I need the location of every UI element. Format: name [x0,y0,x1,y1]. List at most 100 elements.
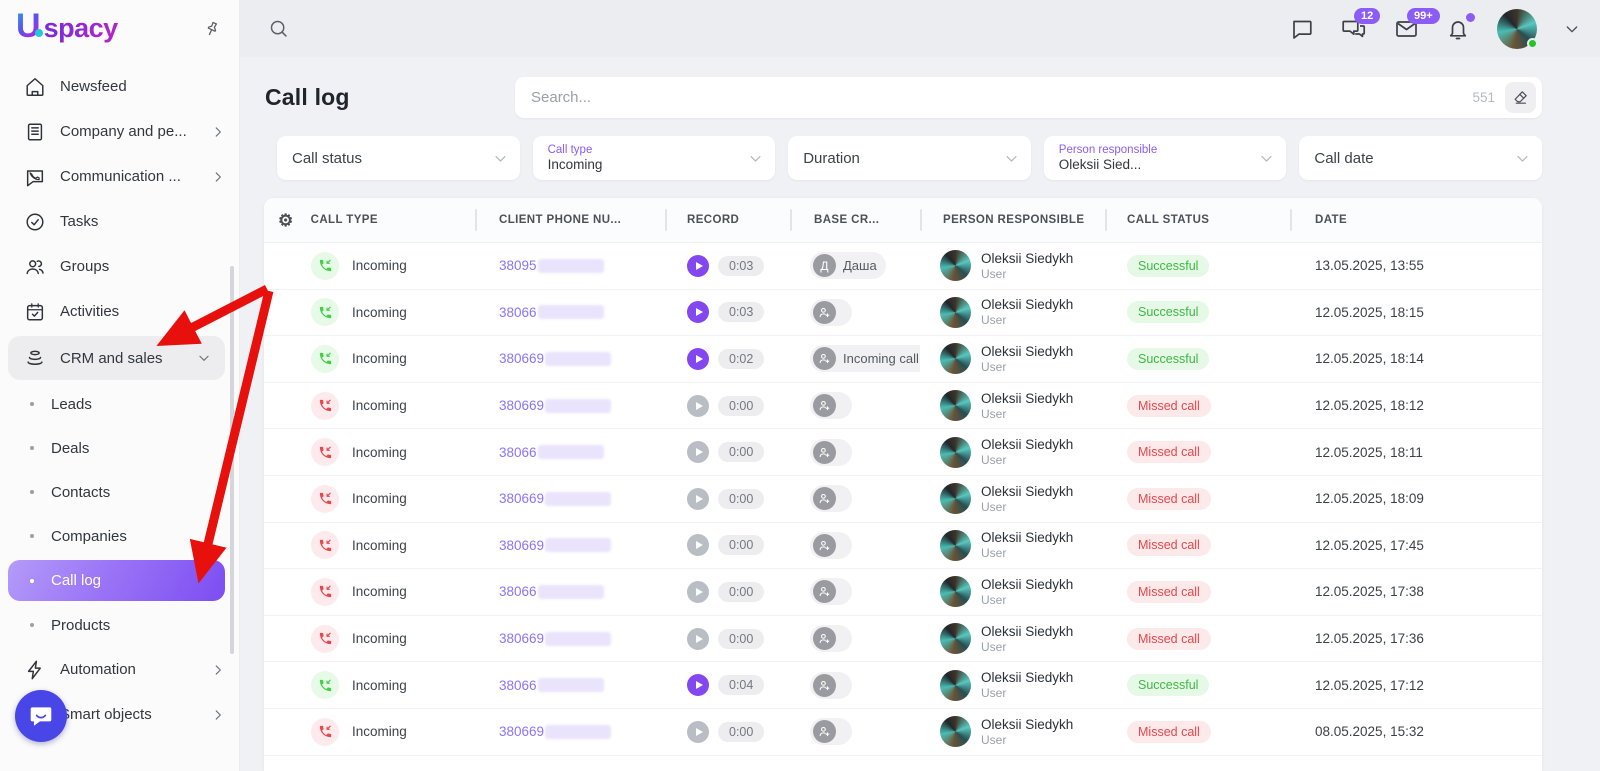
client-phone-link[interactable]: 38066 [499,584,537,599]
column-header-date[interactable]: DATE [1290,198,1542,242]
column-header-client-phone[interactable]: CLIENT PHONE NU... [475,198,665,242]
client-phone-link[interactable]: 38095 [499,258,537,273]
incoming-call-icon [311,345,339,373]
play-record-button[interactable] [687,534,709,556]
table-row[interactable]: Incoming 380669 0:00 Oleksii Siedykh Use… [264,709,1542,756]
sidebar-scrollbar[interactable] [230,266,234,654]
client-phone-link[interactable]: 380669 [499,724,544,739]
sidebar-item-contacts[interactable]: Contacts [0,470,239,514]
table-row[interactable]: Incoming 380669 0:00 Oleksii Siedykh Use… [264,523,1542,570]
filter-value: Oleksii Sied... [1059,157,1260,173]
sidebar-item-products[interactable]: Products [0,603,239,647]
status-badge: Missed call [1127,395,1211,417]
client-phone-link[interactable]: 38066 [499,445,537,460]
sidebar-item-newsfeed[interactable]: Newsfeed [0,64,239,109]
play-record-button[interactable] [687,488,709,510]
bullet-icon [30,446,34,450]
incoming-call-icon [311,392,339,420]
base-created-chip[interactable] [810,439,852,466]
notifications-bell-icon[interactable] [1446,17,1470,41]
chip-avatar [813,674,836,697]
base-created-chip[interactable] [810,625,852,652]
play-record-button[interactable] [687,674,709,696]
filter-person-responsible[interactable]: Person responsibleOleksii Sied... [1044,136,1287,180]
crm-layers-icon [24,347,46,369]
base-created-chip[interactable] [810,299,852,326]
table-row[interactable]: Incoming 38066 0:00 Oleksii Siedykh User [264,569,1542,616]
client-phone-link[interactable]: 380669 [499,398,544,413]
phone-redaction [538,445,604,459]
sidebar-item-groups[interactable]: Groups [0,244,239,289]
table-row[interactable]: Incoming 38095 0:03 Д Даша Oleksii Siedy… [264,243,1542,290]
filter-duration[interactable]: Duration [788,136,1031,180]
base-created-chip[interactable] [810,392,852,419]
sidebar-item-communication[interactable]: Communication ... [0,154,239,199]
uspacy-logo[interactable]: Uspacy [16,7,118,51]
client-phone-link[interactable]: 38066 [499,678,537,693]
page-title: Call log [265,84,350,111]
sidebar-item-tasks[interactable]: Tasks [0,199,239,244]
play-record-button[interactable] [687,581,709,603]
play-record-button[interactable] [687,628,709,650]
sidebar-item-call-log[interactable]: Call log [8,560,225,601]
table-row[interactable]: Incoming 38066 0:03 Oleksii Siedykh User [264,290,1542,337]
base-created-chip[interactable] [810,578,852,605]
sidebar-item-crm-and-sales[interactable]: CRM and sales [8,336,225,380]
play-record-button[interactable] [687,395,709,417]
column-header-record[interactable]: RECORD [665,198,790,242]
mail-icon[interactable]: 99+ [1394,17,1419,41]
table-row[interactable]: Incoming 38066 0:04 Oleksii Siedykh User [264,662,1542,709]
client-phone-link[interactable]: 380669 [499,491,544,506]
base-created-chip[interactable]: Incoming call 3 [810,345,920,372]
base-created-chip[interactable] [810,485,852,512]
play-record-button[interactable] [687,301,709,323]
filter-call-type[interactable]: Call typeIncoming [533,136,776,180]
column-header-call-status[interactable]: CALL STATUS [1105,198,1290,242]
sidebar-item-company[interactable]: Company and pe... [0,109,239,154]
base-created-chip[interactable] [810,672,852,699]
table-row[interactable]: Incoming 380669 0:00 Oleksii Siedykh Use… [264,616,1542,663]
table-row[interactable]: Incoming 380669 0:00 Oleksii Siedykh Use… [264,476,1542,523]
play-record-button[interactable] [687,721,709,743]
avatar [940,576,971,607]
play-record-button[interactable] [687,255,709,277]
column-header-base[interactable]: BASE CR... [790,198,920,242]
avatar [940,297,971,328]
person-name: Oleksii Siedykh [981,624,1073,639]
call-type-value: Incoming [352,398,407,413]
sidebar-subitem-label: Deals [51,440,89,457]
client-phone-link[interactable]: 38066 [499,305,537,320]
play-record-button[interactable] [687,441,709,463]
sidebar-item-companies[interactable]: Companies [0,514,239,558]
sidebar-item-leads[interactable]: Leads [0,382,239,426]
account-menu-chevron-icon[interactable] [1564,21,1580,37]
column-header-person-responsible[interactable]: PERSON RESPONSIBLE [920,198,1105,242]
filter-call-status[interactable]: Call status [277,136,520,180]
column-header-call-type[interactable]: CALL TYPE [311,214,378,226]
comments-icon[interactable] [1290,17,1314,41]
table-row[interactable]: Incoming 38066 0:00 Oleksii Siedykh User [264,429,1542,476]
clear-filters-button[interactable] [1505,82,1536,113]
base-created-chip[interactable] [810,532,852,559]
table-row[interactable]: Incoming 380669 0:00 Oleksii Siedykh Use… [264,383,1542,430]
user-avatar[interactable] [1497,9,1537,49]
base-created-chip[interactable] [810,718,852,745]
search-input[interactable] [531,89,1472,106]
sidebar-item-deals[interactable]: Deals [0,426,239,470]
search-icon[interactable] [268,18,289,39]
chats-icon[interactable]: 12 [1341,17,1367,41]
client-phone-link[interactable]: 380669 [499,351,544,366]
support-chat-button[interactable] [15,690,67,742]
person-role: User [981,313,1073,327]
filter-call-date[interactable]: Call date [1299,136,1542,180]
play-record-button[interactable] [687,348,709,370]
base-created-chip[interactable]: Д Даша [810,252,886,279]
table-row[interactable]: Incoming 380669 0:02 Incoming call 3 Ole… [264,336,1542,383]
pin-sidebar-icon[interactable] [203,20,221,38]
client-phone-link[interactable]: 380669 [499,538,544,553]
client-phone-link[interactable]: 380669 [499,631,544,646]
sidebar-item-activities[interactable]: Activities [0,289,239,334]
sidebar-item-automation[interactable]: Automation [0,647,239,692]
table-settings-gear-icon[interactable]: ⚙ [278,212,294,229]
sidebar-subitem-label: Companies [51,528,127,545]
